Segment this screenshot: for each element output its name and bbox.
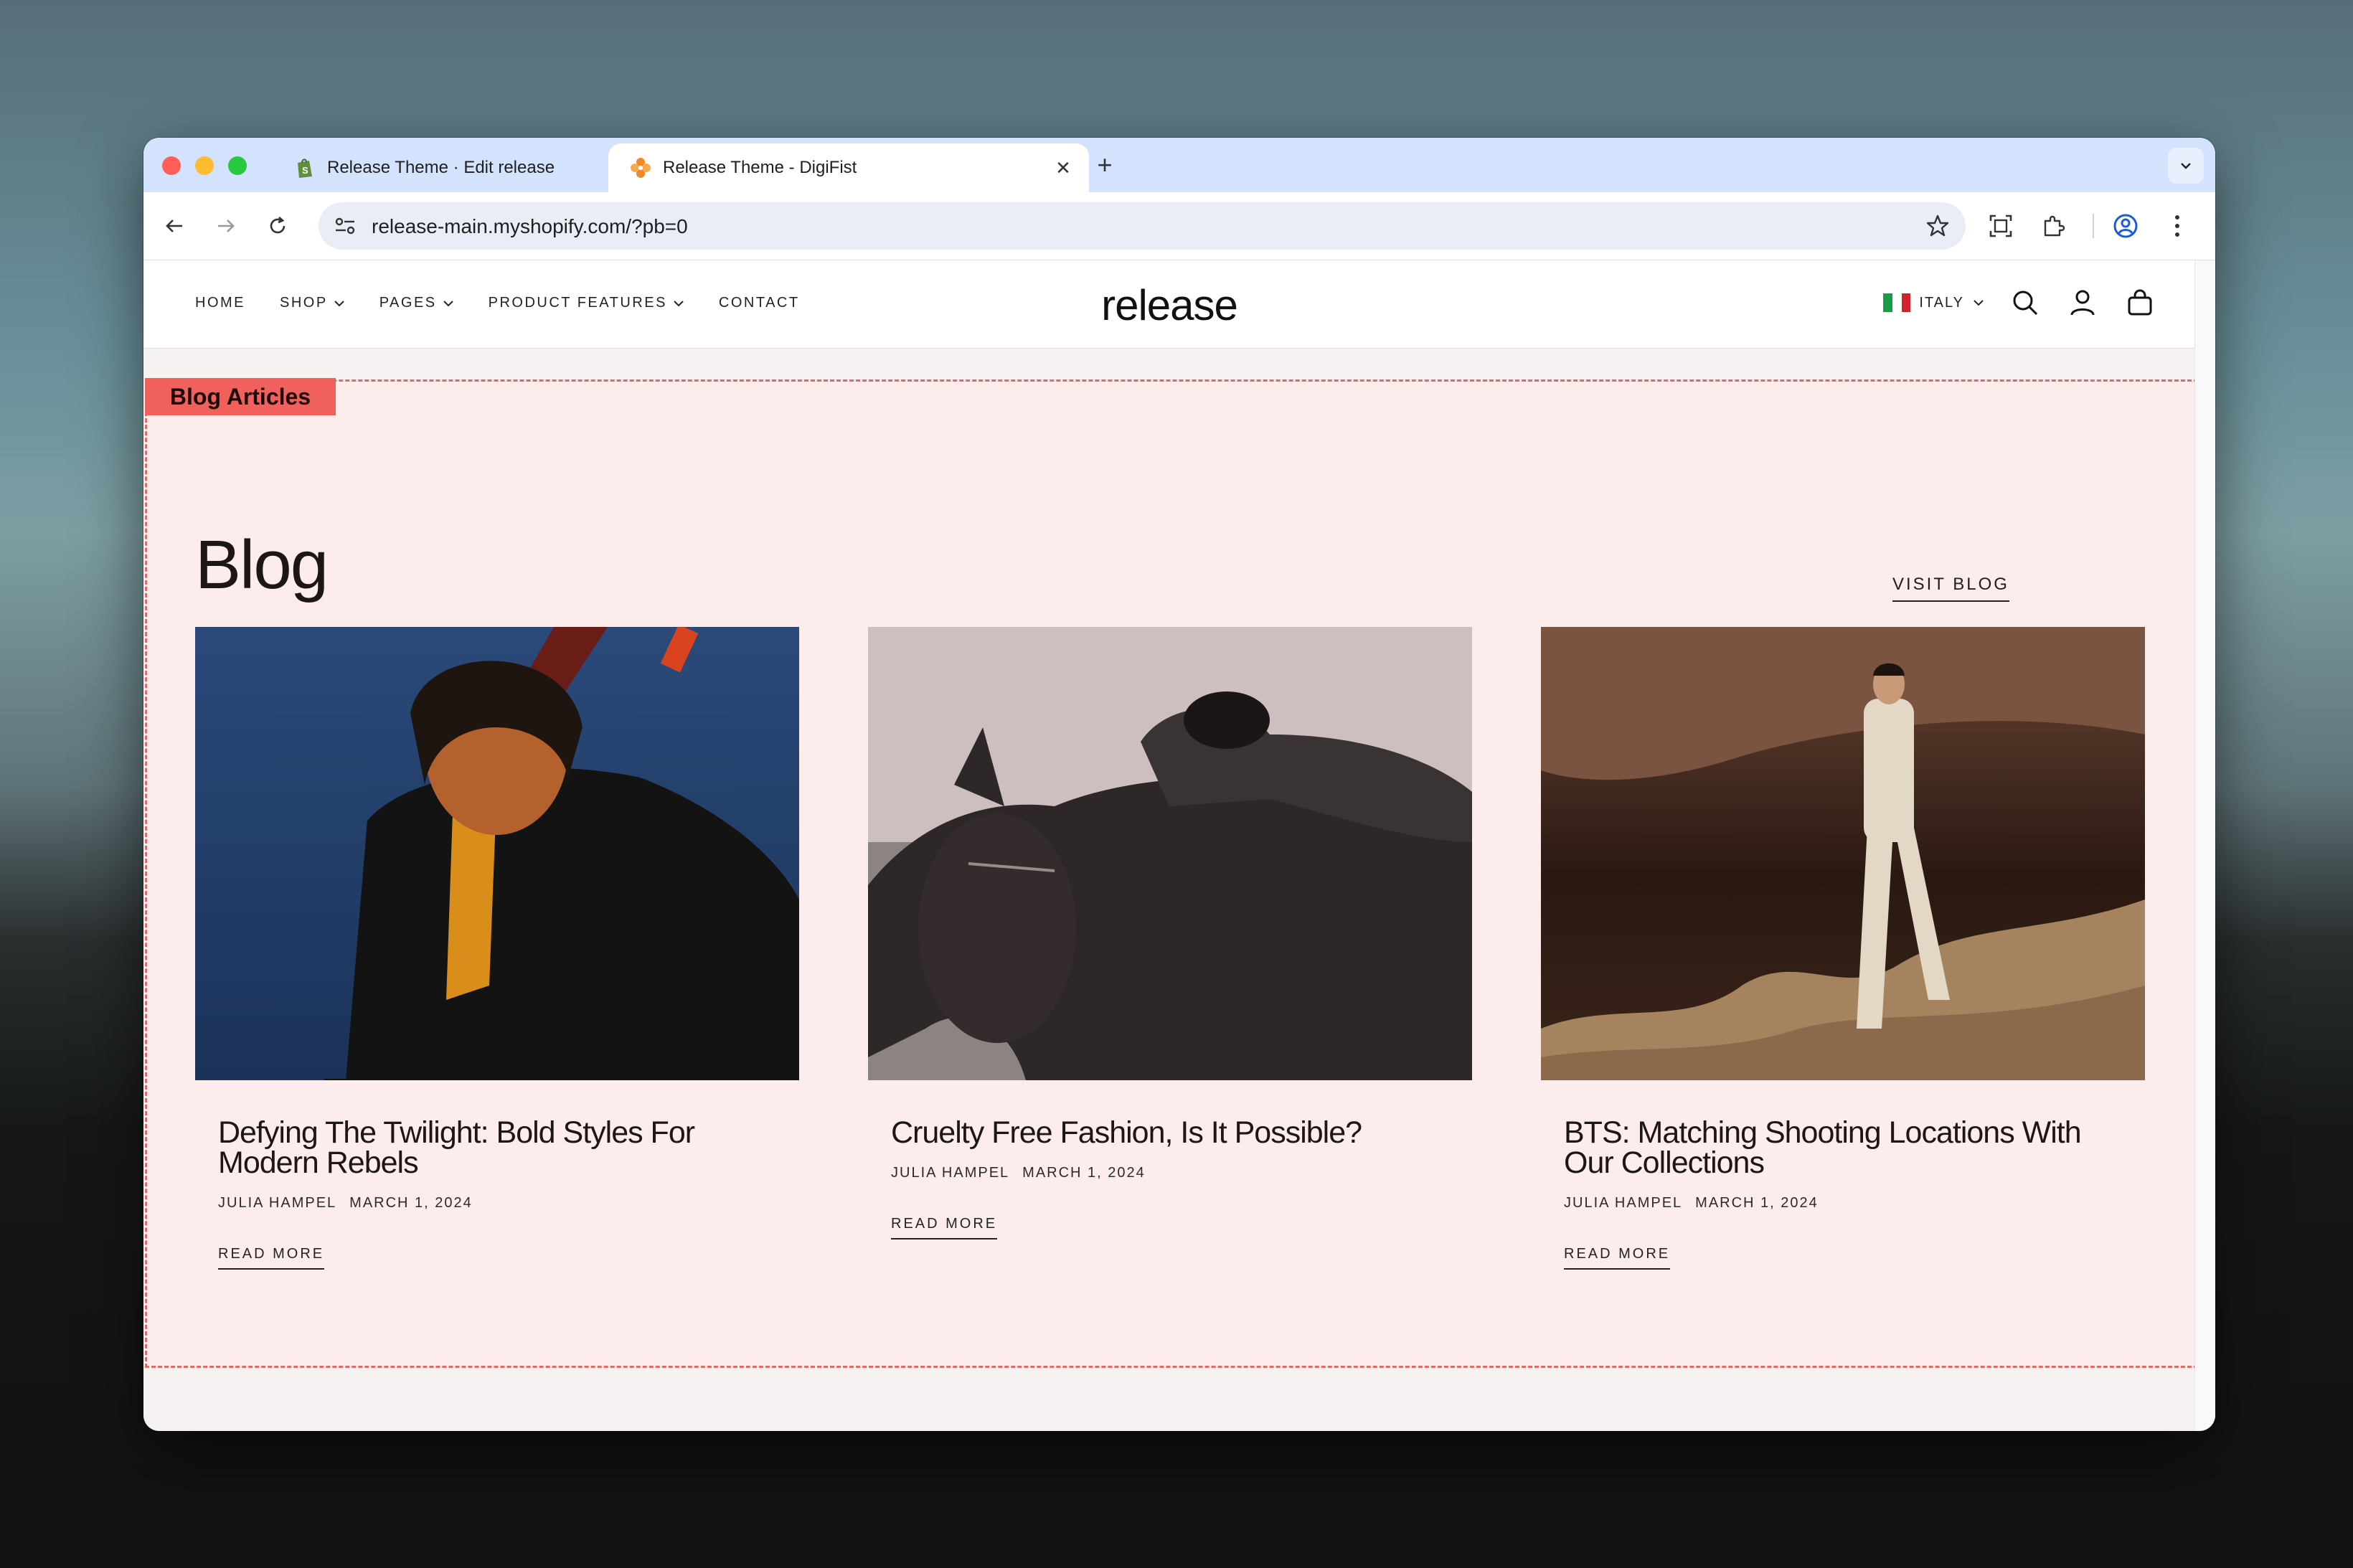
article-date: MARCH 1, 2024	[1022, 1165, 1146, 1181]
article-card[interactable]: Cruelty Free Fashion, Is It Possible? JU…	[868, 627, 1472, 1239]
article-title[interactable]: Cruelty Free Fashion, Is It Possible?	[891, 1118, 1449, 1148]
site-settings-icon[interactable]	[333, 214, 357, 242]
puzzle-icon	[2044, 215, 2065, 237]
main-nav: HOME SHOP PAGES PRODUCT FEATURES CONTACT	[195, 295, 800, 311]
close-icon[interactable]: ✕	[1050, 155, 1076, 181]
chevron-down-icon	[674, 300, 684, 306]
browser-menu-button[interactable]	[2161, 209, 2194, 242]
nav-label: CONTACT	[718, 295, 800, 311]
cart-icon[interactable]	[2123, 286, 2156, 319]
maximize-window-button[interactable]	[228, 156, 247, 175]
nav-label: PAGES	[379, 295, 437, 311]
nav-contact[interactable]: CONTACT	[719, 295, 800, 311]
chevron-down-icon	[334, 300, 344, 306]
italy-flag-icon	[1883, 293, 1911, 312]
more-vertical-icon	[2175, 215, 2179, 237]
minimize-window-button[interactable]	[195, 156, 214, 175]
nav-pages[interactable]: PAGES	[379, 295, 454, 311]
article-author: JULIA HAMPEL	[891, 1165, 1010, 1181]
browser-toolbar: release-main.myshopify.com/?pb=0	[143, 192, 2215, 260]
profile-button[interactable]	[2109, 209, 2142, 242]
nav-label: SHOP	[280, 295, 328, 311]
read-more-link[interactable]: READ MORE	[891, 1216, 998, 1239]
bookmark-star-icon[interactable]	[1925, 214, 1950, 242]
article-image[interactable]	[195, 627, 799, 1080]
screen-capture-button[interactable]	[1984, 209, 2017, 242]
article-title[interactable]: BTS: Matching Shooting Locations With Ou…	[1564, 1118, 2122, 1179]
extensions-button[interactable]	[2037, 209, 2070, 242]
web-page: HOME SHOP PAGES PRODUCT FEATURES CONTACT…	[143, 260, 2214, 1431]
profile-icon	[2113, 214, 2138, 238]
url-text: release-main.myshopify.com/?pb=0	[372, 215, 688, 237]
chevron-down-icon	[2181, 163, 2191, 169]
site-logo[interactable]: release	[1094, 280, 1245, 330]
arrow-left-icon	[166, 219, 182, 232]
capture-icon	[1989, 214, 2012, 237]
browser-window: S Release Theme · Edit release ✕ Release…	[143, 138, 2215, 1431]
article-image[interactable]	[1541, 627, 2145, 1080]
search-icon[interactable]	[2009, 286, 2042, 319]
article-image[interactable]	[868, 627, 1472, 1080]
article-meta: JULIA HAMPEL MARCH 1, 2024	[891, 1165, 1449, 1181]
reload-button[interactable]	[261, 209, 294, 242]
tab-title: Release Theme - DigiFist	[663, 158, 857, 177]
digifist-icon	[630, 157, 651, 179]
account-icon[interactable]	[2066, 286, 2099, 319]
article-date: MARCH 1, 2024	[1695, 1195, 1819, 1211]
back-button[interactable]	[158, 209, 191, 242]
article-date: MARCH 1, 2024	[349, 1195, 473, 1211]
nav-home[interactable]: HOME	[195, 295, 245, 311]
tab-search-button[interactable]	[2168, 148, 2204, 184]
toolbar-divider	[2093, 214, 2094, 238]
arrow-right-icon	[218, 219, 235, 232]
locale-label: ITALY	[1919, 294, 1964, 311]
read-more-link[interactable]: READ MORE	[218, 1246, 325, 1270]
nav-label: PRODUCT FEATURES	[488, 295, 667, 311]
header-actions: ITALY	[1883, 286, 2156, 319]
shopify-icon: S	[294, 157, 316, 179]
article-meta: JULIA HAMPEL MARCH 1, 2024	[1564, 1195, 2122, 1212]
reload-icon	[270, 217, 286, 234]
section-tag[interactable]: Blog Articles	[145, 378, 336, 415]
chevron-down-icon	[443, 300, 453, 306]
article-title[interactable]: Defying The Twilight: Bold Styles For Mo…	[218, 1118, 776, 1179]
read-more-link[interactable]: READ MORE	[1564, 1246, 1671, 1270]
tab-digifist[interactable]: Release Theme - DigiFist ✕	[608, 143, 1089, 192]
address-bar[interactable]: release-main.myshopify.com/?pb=0	[319, 202, 1966, 250]
nav-label: HOME	[195, 295, 245, 311]
page-scrollbar[interactable]	[2194, 260, 2215, 1431]
svg-text:S: S	[302, 165, 308, 176]
forward-button[interactable]	[209, 209, 242, 242]
close-window-button[interactable]	[162, 156, 181, 175]
article-author: JULIA HAMPEL	[1564, 1195, 1683, 1211]
article-card[interactable]: Defying The Twilight: Bold Styles For Mo…	[195, 627, 799, 1270]
blog-heading: Blog	[195, 526, 329, 603]
new-tab-button[interactable]: +	[1090, 150, 1119, 179]
site-header: HOME SHOP PAGES PRODUCT FEATURES CONTACT…	[143, 260, 2195, 349]
nav-product-features[interactable]: PRODUCT FEATURES	[489, 295, 684, 311]
article-meta: JULIA HAMPEL MARCH 1, 2024	[218, 1195, 776, 1212]
nav-shop[interactable]: SHOP	[280, 295, 345, 311]
visit-blog-link[interactable]: VISIT BLOG	[1892, 575, 2009, 602]
tab-strip: S Release Theme · Edit release ✕ Release…	[143, 138, 2215, 192]
locale-selector[interactable]: ITALY	[1883, 293, 1984, 312]
chevron-down-icon	[1974, 300, 1984, 306]
article-author: JULIA HAMPEL	[218, 1195, 337, 1211]
article-card[interactable]: BTS: Matching Shooting Locations With Ou…	[1541, 627, 2145, 1270]
